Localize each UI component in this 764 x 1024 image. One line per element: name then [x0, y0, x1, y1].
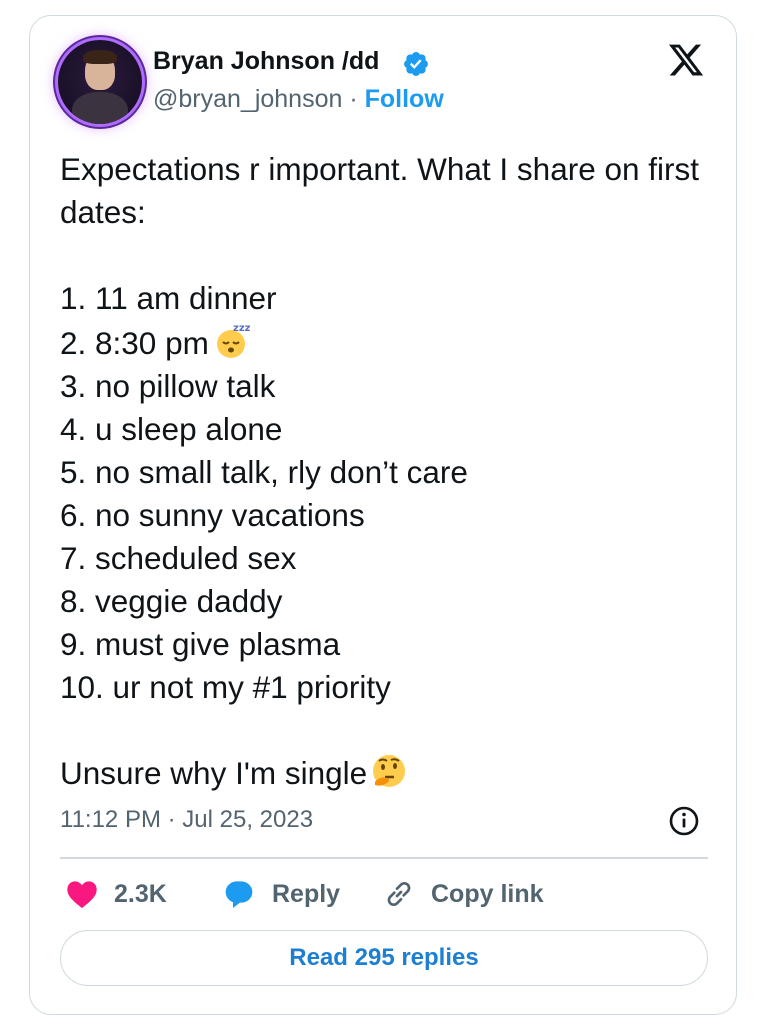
tweet-text: Expectations r important. What I share o…: [60, 148, 720, 795]
reply-label: Reply: [272, 879, 341, 908]
x-logo-icon[interactable]: [666, 41, 706, 79]
author-handle-row: @bryan_johnson · Follow: [153, 85, 444, 114]
like-button[interactable]: 2.3K: [66, 876, 167, 912]
read-replies-button[interactable]: Read 295 replies: [60, 930, 708, 986]
svg-text:zzz: zzz: [233, 323, 251, 334]
list-item: 10. ur not my #1 priority: [60, 669, 391, 705]
reply-bubble-icon: [225, 881, 253, 908]
tweet-intro: Expectations r important. What I share o…: [60, 151, 708, 230]
info-icon[interactable]: [668, 805, 700, 837]
follow-button[interactable]: Follow: [365, 85, 444, 113]
link-icon: [387, 881, 411, 907]
author-handle[interactable]: @bryan_johnson: [153, 85, 342, 113]
tweet-closing: Unsure why I'm single: [60, 755, 368, 791]
list-item: 7. scheduled sex: [60, 540, 297, 576]
heart-icon: [67, 881, 97, 908]
list-item: 4. u sleep alone: [60, 411, 283, 447]
list-item: 2. 8:30 pm: [60, 325, 209, 361]
list-item: 5. no small talk, rly don’t care: [60, 454, 468, 490]
author-name[interactable]: Bryan Johnson /dd: [153, 47, 379, 76]
reply-button[interactable]: Reply: [222, 876, 340, 912]
copy-link-button[interactable]: Copy link: [383, 876, 544, 912]
tweet-timestamp[interactable]: 11:12 PM · Jul 25, 2023: [60, 806, 313, 834]
list-item: 6. no sunny vacations: [60, 497, 365, 533]
list-item: 8. veggie daddy: [60, 583, 283, 619]
sleeping-face-icon: zzz: [216, 323, 251, 358]
list-item: 9. must give plasma: [60, 626, 341, 662]
divider: [60, 857, 708, 859]
list-item: 1. 11 am dinner: [60, 280, 277, 316]
verified-badge-icon: [404, 52, 428, 76]
list-item: 3. no pillow talk: [60, 368, 276, 404]
separator: ·: [342, 85, 365, 113]
like-count: 2.3K: [114, 879, 167, 908]
thinking-face-icon: [373, 755, 406, 787]
avatar[interactable]: [58, 40, 142, 124]
copy-link-label: Copy link: [431, 879, 544, 908]
